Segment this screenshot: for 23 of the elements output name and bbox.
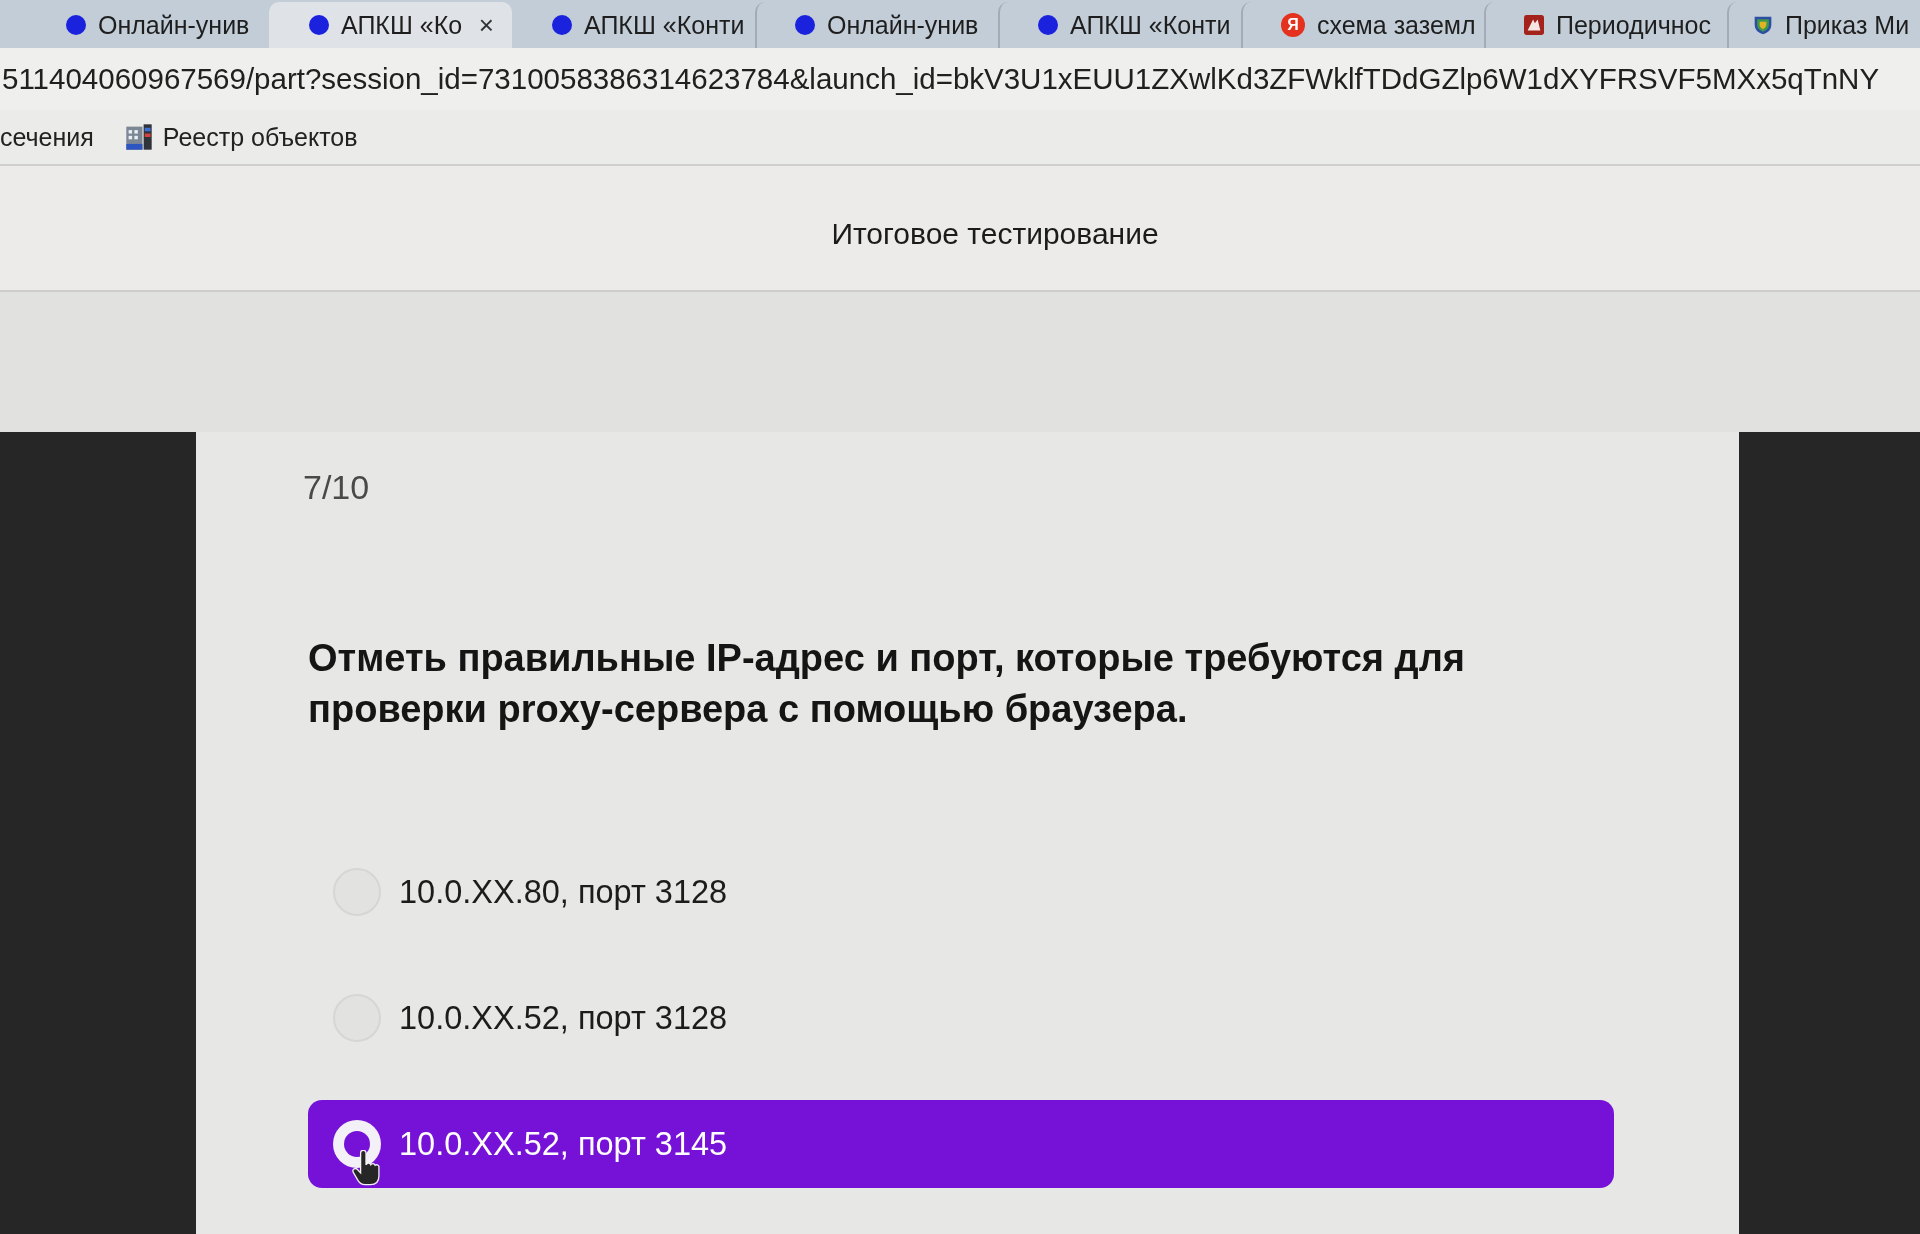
dot-icon — [795, 15, 815, 35]
dot-icon — [1038, 15, 1058, 35]
close-button[interactable]: × — [474, 10, 498, 40]
browser-tab[interactable]: АПКШ «Ко × — [269, 2, 512, 48]
browser-tab[interactable]: Онлайн-унив — [26, 2, 269, 48]
bookmark-link[interactable]: сечения — [0, 122, 94, 152]
bookmark-link[interactable]: Реестр объектов — [123, 122, 358, 152]
dot-icon — [552, 15, 572, 35]
question-text: Отметь правильные IP-адрес и порт, которые требуются для проверки proxy-сервера с помощью браузера. — [308, 636, 1466, 732]
progress-counter: 7/10 — [303, 468, 370, 507]
address-field[interactable]: 511404060967569/part?session_id=7310058386314623784&launch_id=bkV3U1xEUU1ZXwlKd3ZFWklfTDdGZlp6W1dXYFRSVF5MXx5qTnNY — [0, 48, 1920, 110]
letter-icon: Я — [1281, 13, 1305, 37]
dot-icon — [66, 15, 86, 35]
hand-cursor-icon — [352, 1150, 380, 1186]
answer-option[interactable]: 10.0.XX.52, порт 3128 — [308, 974, 753, 1062]
building-icon — [123, 122, 154, 152]
page-title: Итоговое тестирование — [831, 217, 1159, 251]
answer-option[interactable]: 10.0.XX.52, порт 3145 — [308, 1100, 1614, 1188]
tile-icon — [1524, 15, 1544, 35]
answer-option[interactable]: 10.0.XX.80, порт 3128 — [308, 848, 753, 936]
shield-icon — [1753, 15, 1773, 35]
dot-icon — [309, 15, 329, 35]
browser-tab[interactable]: АПКШ «Конти — [512, 2, 755, 48]
